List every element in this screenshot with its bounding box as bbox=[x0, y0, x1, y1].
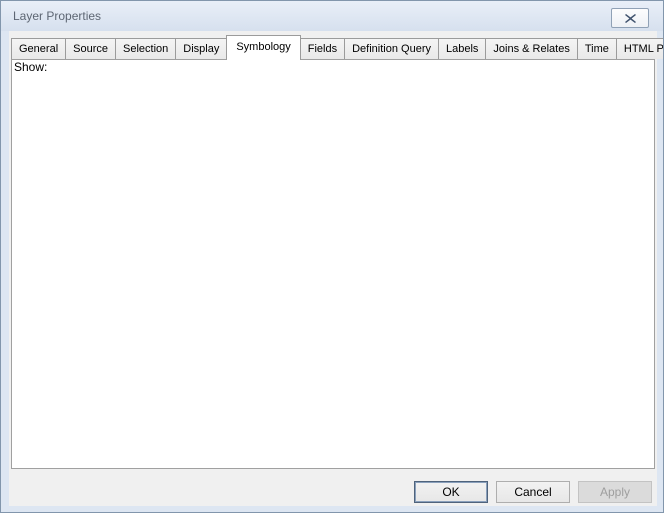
symbology-tab-page bbox=[11, 59, 655, 469]
tab-joins-relates[interactable]: Joins & Relates bbox=[486, 38, 577, 59]
tab-symbology[interactable]: Symbology bbox=[226, 35, 300, 60]
tab-strip: GeneralSourceSelectionDisplaySymbologyFi… bbox=[11, 37, 664, 59]
tab-html-popup[interactable]: HTML Popup bbox=[617, 38, 664, 59]
cancel-button[interactable]: Cancel bbox=[496, 481, 570, 503]
tab-definition-query[interactable]: Definition Query bbox=[345, 38, 439, 59]
tab-selection[interactable]: Selection bbox=[116, 38, 176, 59]
dialog-title: Layer Properties bbox=[13, 1, 101, 31]
tab-labels[interactable]: Labels bbox=[439, 38, 486, 59]
tab-time[interactable]: Time bbox=[578, 38, 617, 59]
tab-display[interactable]: Display bbox=[176, 38, 227, 59]
tab-source[interactable]: Source bbox=[66, 38, 116, 59]
title-bar: Layer Properties bbox=[1, 1, 663, 31]
ok-button[interactable]: OK bbox=[414, 481, 488, 503]
close-button[interactable] bbox=[611, 8, 649, 28]
close-icon bbox=[625, 14, 636, 23]
show-label: Show: bbox=[14, 60, 47, 74]
apply-button: Apply bbox=[578, 481, 652, 503]
tab-general[interactable]: General bbox=[11, 38, 66, 59]
layer-properties-dialog: Layer Properties GeneralSourceSelectionD… bbox=[0, 0, 664, 513]
tab-fields[interactable]: Fields bbox=[301, 38, 345, 59]
